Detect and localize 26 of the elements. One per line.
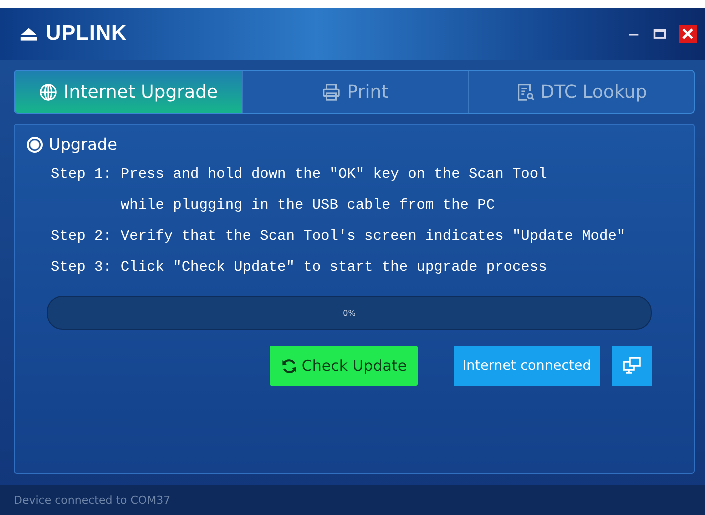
refresh-icon xyxy=(280,358,298,374)
step-text: Verify that the Scan Tool's screen indicates "Update Mode" xyxy=(120,228,626,247)
radio-button[interactable] xyxy=(27,136,43,152)
document-search-icon xyxy=(516,82,535,102)
step-label: Step 1: xyxy=(51,166,112,185)
tab[interactable]: Internet Upgrade xyxy=(15,71,243,113)
monitors-icon xyxy=(622,356,642,376)
step-text: while plugging in the USB cable from the PC xyxy=(120,197,496,216)
section-label: Upgrade xyxy=(49,135,118,154)
printer-icon xyxy=(322,82,342,102)
check-update-button[interactable]: Check Update xyxy=(270,346,418,386)
eject-icon xyxy=(20,26,38,42)
tab[interactable]: DTC Lookup xyxy=(469,71,694,113)
step-label: Step 3: xyxy=(51,259,112,278)
network-button[interactable] xyxy=(612,346,652,386)
close-icon[interactable] xyxy=(679,25,697,43)
maximize-icon[interactable] xyxy=(653,27,667,41)
tab[interactable]: Print xyxy=(243,71,469,113)
step-text: Press and hold down the "OK" key on the Scan Tool xyxy=(120,166,548,185)
window-title: UPLINK xyxy=(46,22,128,46)
step-text: Click "Check Update" to start the upgrade process xyxy=(120,259,548,278)
globe-icon xyxy=(38,82,58,102)
progress-reading: 0% xyxy=(343,308,356,318)
internet-status-button[interactable]: Internet connected xyxy=(454,346,600,386)
step-label: Step 2: xyxy=(51,228,112,247)
status-text: Device connected to COM37 xyxy=(14,494,171,506)
